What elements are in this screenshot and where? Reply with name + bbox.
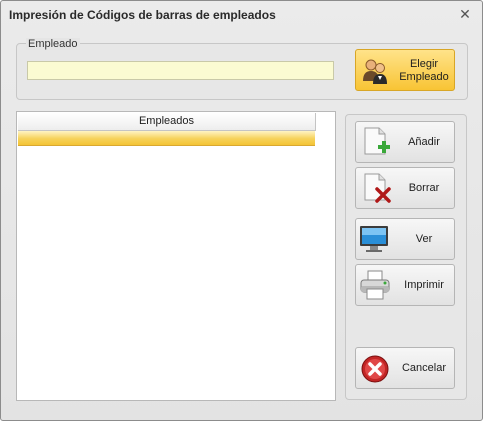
view-button-label: Ver [415,233,433,245]
cancel-icon [361,355,389,383]
table-row[interactable] [18,131,315,146]
view-button[interactable]: Ver [355,218,455,260]
employees-table: Empleados [16,111,336,401]
delete-document-icon [364,173,391,203]
title-bar[interactable]: Impresión de Códigos de barras de emplea… [1,1,482,29]
cancel-button[interactable]: Cancelar [355,347,455,389]
printer-icon [360,270,390,300]
add-button-label: Añadir [408,136,440,148]
window-title: Impresión de Códigos de barras de emplea… [9,8,276,22]
employee-field[interactable] [27,61,334,80]
add-document-icon [364,127,390,155]
employee-group-label: Empleado [26,38,80,50]
cancel-button-label: Cancelar [401,362,447,374]
print-button[interactable]: Imprimir [355,264,455,306]
close-icon[interactable]: ✕ [458,7,472,21]
monitor-icon [360,226,388,252]
print-button-label: Imprimir [404,279,444,291]
delete-button[interactable]: Borrar [355,167,455,209]
add-button[interactable]: Añadir [355,121,455,163]
column-header-employees[interactable]: Empleados [18,113,316,131]
users-icon [363,59,387,84]
choose-employee-label: Elegir Empleado [399,58,449,83]
choose-employee-button[interactable]: Elegir Empleado [355,49,455,91]
delete-button-label: Borrar [408,182,440,194]
